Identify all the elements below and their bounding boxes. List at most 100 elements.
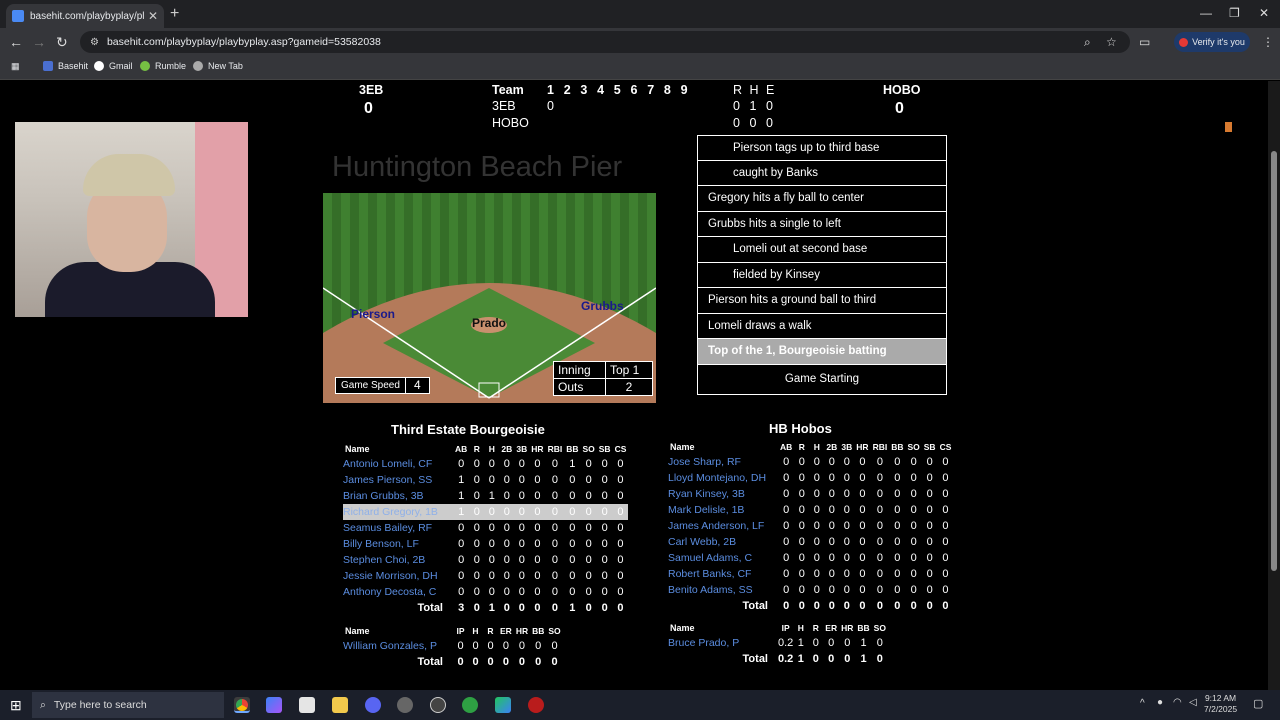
taskbar-search[interactable]: ⌕ Type here to search <box>32 692 224 718</box>
volume-icon[interactable]: ◁ <box>1189 697 1197 708</box>
table-header-row: Name AB R H 2B 3B HR RBI BB SO SB CS <box>343 442 628 456</box>
sports-app-icon[interactable] <box>430 697 446 713</box>
table-row[interactable]: Lloyd Montejano, DH 0 0 0 0 0 0 0 0 0 0 0 <box>668 470 953 486</box>
game-speed-control[interactable]: Game Speed 4 <box>335 377 430 394</box>
reload-icon[interactable]: ↻ <box>56 34 68 51</box>
player-link[interactable]: Richard Gregory, 1B <box>343 504 453 520</box>
apps-icon[interactable]: ▦ <box>11 61 20 72</box>
player-link[interactable]: Antonio Lomeli, CF <box>343 456 453 472</box>
green-app-icon[interactable] <box>462 697 478 713</box>
table-row[interactable]: Antonio Lomeli, CF 0 0 0 0 0 0 0 1 0 0 0 <box>343 456 628 472</box>
player-link[interactable]: Samuel Adams, C <box>668 550 778 566</box>
bookmark-basehit[interactable]: Basehit <box>43 61 88 71</box>
table-row[interactable]: Carl Webb, 2B 0 0 0 0 0 0 0 0 0 0 0 <box>668 534 953 550</box>
bookmark-label: Gmail <box>109 61 133 71</box>
table-row[interactable]: Mark Delisle, 1B 0 0 0 0 0 0 0 0 0 0 0 <box>668 502 953 518</box>
site-info-icon[interactable]: ⚙ <box>90 37 99 48</box>
total-cell: 0 <box>843 600 850 612</box>
red-app-icon[interactable] <box>528 697 544 713</box>
browser-tab[interactable]: basehit.com/playbyplay/playbyp ✕ <box>6 4 164 28</box>
new-tab-button[interactable]: + <box>170 5 179 23</box>
column-header: R <box>473 444 480 454</box>
copilot-app-icon[interactable] <box>266 697 282 713</box>
address-bar[interactable]: ⚙ basehit.com/playbyplay/playbyplay.asp?… <box>80 31 1130 53</box>
table-row[interactable]: Jessie Morrison, DH 0 0 0 0 0 0 0 0 0 0 0 <box>343 568 628 584</box>
discord-app-icon[interactable] <box>365 697 381 713</box>
player-link[interactable]: Billy Benson, LF <box>343 536 453 552</box>
table-row[interactable]: Billy Benson, LF 0 0 0 0 0 0 0 0 0 0 0 <box>343 536 628 552</box>
bookmark-gmail[interactable]: Gmail <box>94 61 133 71</box>
table-row[interactable]: Robert Banks, CF 0 0 0 0 0 0 0 0 0 0 0 <box>668 566 953 582</box>
store-app-icon[interactable] <box>299 697 315 713</box>
table-row[interactable]: Richard Gregory, 1B 1 0 0 0 0 0 0 0 0 0 0 <box>343 504 629 520</box>
stat-cell: 0 <box>585 538 592 550</box>
stat-cell: 0 <box>783 568 790 580</box>
stat-cell: 0 <box>514 504 530 520</box>
zoom-icon[interactable]: ⌕ <box>1084 35 1091 50</box>
file-explorer-icon[interactable] <box>332 697 348 713</box>
table-row[interactable]: Seamus Bailey, RF 0 0 0 0 0 0 0 0 0 0 0 <box>343 520 628 536</box>
player-link[interactable]: Bruce Prado, P <box>668 635 778 651</box>
stat-cell: 0 <box>828 637 835 649</box>
inning-label: Inning <box>554 362 606 378</box>
app-icon[interactable] <box>397 697 413 713</box>
player-link[interactable]: Jessie Morrison, DH <box>343 568 453 584</box>
stat-cell: 0 <box>503 538 510 550</box>
tray-chevron-icon[interactable]: ^ <box>1140 698 1145 709</box>
cast-icon[interactable]: ▭ <box>1139 35 1150 49</box>
bookmark-rumble[interactable]: Rumble <box>140 61 186 71</box>
stat-cell: 0 <box>876 568 883 580</box>
table-row[interactable]: James Anderson, LF 0 0 0 0 0 0 0 0 0 0 0 <box>668 518 953 534</box>
bookmark-new-tab[interactable]: New Tab <box>193 61 243 71</box>
network-icon[interactable]: ◠ <box>1173 697 1182 708</box>
restore-icon[interactable]: ❐ <box>1229 6 1240 20</box>
player-link[interactable]: William Gonzales, P <box>343 638 453 654</box>
player-link[interactable]: Lloyd Montejano, DH <box>668 470 778 486</box>
total-cell: 0.2 <box>778 653 794 665</box>
table-row[interactable]: Stephen Choi, 2B 0 0 0 0 0 0 0 0 0 0 0 <box>343 552 628 568</box>
player-link[interactable]: Mark Delisle, 1B <box>668 502 778 518</box>
player-link[interactable]: James Pierson, SS <box>343 472 453 488</box>
menu-icon[interactable]: ⋮ <box>1262 35 1274 49</box>
table-row[interactable]: Anthony Decosta, C00000000000 <box>343 584 628 600</box>
close-window-icon[interactable]: ✕ <box>1259 6 1269 20</box>
table-row[interactable]: Brian Grubbs, 3B 1 0 1 0 0 0 0 0 0 0 0 <box>343 488 628 504</box>
player-link[interactable]: Jose Sharp, RF <box>668 454 778 470</box>
bookmark-label: Rumble <box>155 61 187 71</box>
player-link[interactable]: James Anderson, LF <box>668 518 778 534</box>
stat-cell: 0 <box>580 504 597 520</box>
table-row[interactable]: Samuel Adams, C00000000000 <box>668 550 953 566</box>
minimize-icon[interactable]: — <box>1200 6 1212 20</box>
table-row[interactable]: Bruce Prado, P 0.2 1 0 0 0 1 0 <box>668 635 888 651</box>
table-row[interactable]: Jose Sharp, RF 0 0 0 0 0 0 0 0 0 0 0 <box>668 454 953 470</box>
microphone-icon[interactable]: ● <box>1157 697 1163 708</box>
close-tab-icon[interactable]: ✕ <box>148 9 158 23</box>
system-clock[interactable]: 9:12 AM 7/2/2025 <box>1204 693 1237 715</box>
player-link[interactable]: Robert Banks, CF <box>668 566 778 582</box>
stat-cell: 0 <box>569 522 576 534</box>
app-icon[interactable] <box>495 697 511 713</box>
scrollbar-thumb[interactable] <box>1271 151 1277 571</box>
total-cell: 0 <box>457 656 464 668</box>
player-link[interactable]: Seamus Bailey, RF <box>343 520 453 536</box>
player-link[interactable]: Ryan Kinsey, 3B <box>668 486 778 502</box>
chrome-app-icon[interactable] <box>234 697 250 713</box>
back-icon[interactable]: ← <box>9 34 23 50</box>
bookmark-star-icon[interactable]: ☆ <box>1106 35 1117 49</box>
player-link[interactable]: Stephen Choi, 2B <box>343 552 453 568</box>
notifications-icon[interactable]: ▢ <box>1253 697 1263 710</box>
table-row[interactable]: William Gonzales, P0000000 <box>343 638 563 654</box>
player-link[interactable]: Carl Webb, 2B <box>668 534 778 550</box>
windows-start-icon[interactable]: ⊞ <box>10 697 22 714</box>
stat-cell: 0 <box>551 490 558 502</box>
player-link[interactable]: Benito Adams, SS <box>668 582 778 598</box>
table-row[interactable]: James Pierson, SS 1 0 0 0 0 0 0 0 0 0 0 <box>343 472 628 488</box>
table-row[interactable]: Ryan Kinsey, 3B 0 0 0 0 0 0 0 0 0 0 0 <box>668 486 953 502</box>
forward-icon[interactable]: → <box>32 34 46 50</box>
table-row[interactable]: Benito Adams, SS 0 0 0 0 0 0 0 0 0 0 0 <box>668 582 953 598</box>
scrollbar[interactable] <box>1268 81 1280 690</box>
stat-cell: 0 <box>601 538 608 550</box>
player-link[interactable]: Anthony Decosta, C <box>343 584 453 600</box>
player-link[interactable]: Brian Grubbs, 3B <box>343 488 453 504</box>
verify-button[interactable]: Verify it's you <box>1174 32 1250 52</box>
